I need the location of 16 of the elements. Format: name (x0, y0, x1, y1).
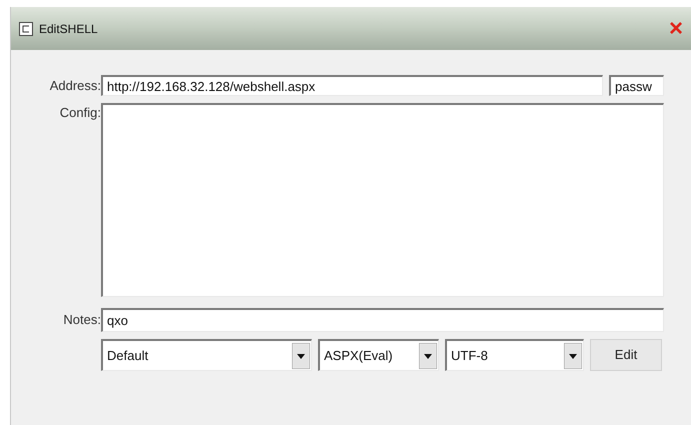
password-field[interactable]: passw (609, 75, 664, 96)
window-icon (19, 22, 33, 36)
dropdown[interactable]: UTF-8 (445, 339, 584, 371)
dropdown[interactable]: Default (101, 339, 312, 371)
edit-button[interactable]: Edit (590, 339, 662, 371)
address-field[interactable]: http://192.168.32.128/webshell.aspx (101, 75, 603, 96)
dropdown-arrow-icon (292, 342, 310, 368)
notes-field[interactable]: qxo (101, 308, 664, 332)
address-label: Address: (48, 76, 101, 95)
dropdown-arrow-icon (564, 342, 582, 368)
window-title: EditSHELL (39, 20, 98, 38)
dropdown[interactable]: ASPX(Eval) (318, 339, 439, 371)
config-field[interactable] (101, 103, 664, 297)
config-label: Config: (58, 104, 101, 122)
notes-label: Notes: (62, 311, 101, 330)
dropdown-arrow-icon (419, 342, 437, 368)
